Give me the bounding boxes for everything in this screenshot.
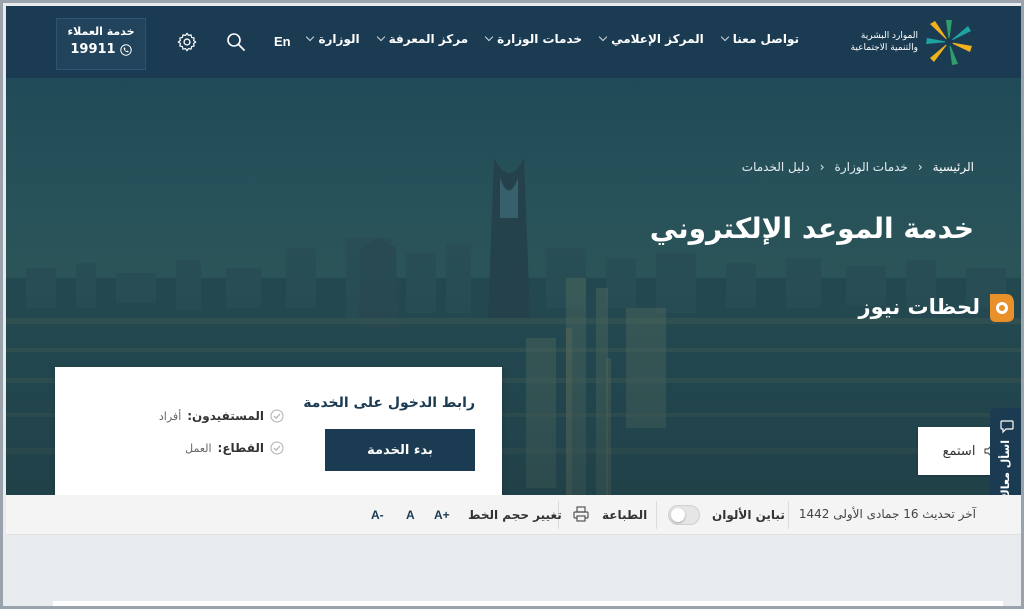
ministry-logo-icon [926,20,972,65]
nav-item-ministry[interactable]: الوزارة [306,32,360,46]
breadcrumb-home[interactable]: الرئيسية [933,160,974,174]
check-circle-icon [270,441,284,455]
breadcrumb: الرئيسية ‹ خدمات الوزارة ‹ دليل الخدمات [742,160,974,174]
chevron-left-icon: ‹ [819,160,825,174]
phone-icon [119,43,132,56]
logo-text-line2: والتنمية الاجتماعية [850,43,918,53]
nav-item-label: مركز المعرفة [388,32,469,46]
check-circle-icon [270,409,284,423]
font-increase-button[interactable]: A+ [434,508,450,522]
accessibility-toolbar: آخر تحديث 16 جمادى الأولى 1442 تباين الأ… [6,495,1021,535]
beneficiaries-value: أفراد [158,409,182,423]
nav-item-knowledge-center[interactable]: مركز المعرفة [376,32,469,46]
breadcrumb-services-guide[interactable]: دليل الخدمات [742,160,810,174]
customer-service-label: خدمة العملاء [67,25,135,38]
sector-row: القطاع: العمل [185,441,284,455]
contrast-label: تباين الألوان [712,508,785,522]
watermark: لحظات نيوز [859,290,1017,324]
watermark-logo-icon [990,294,1014,322]
toolbar-divider [656,501,657,529]
chat-bubble-icon [1000,420,1014,434]
breadcrumb-ministry-services[interactable]: خدمات الوزارة [835,160,908,174]
browser-frame: الموارد البشرية والتنمية الاجتماعية الوز… [0,0,1024,609]
sector-value: العمل [185,441,212,455]
nav-item-media-center[interactable]: المركز الإعلامي [598,32,704,46]
gear-icon[interactable] [176,31,198,53]
page-content-area [53,601,1003,606]
last-update-text: آخر تحديث 16 جمادى الأولى 1442 [798,507,976,521]
toggle-knob [671,508,685,522]
chevron-down-icon [306,32,315,42]
customer-service-number: 19911 [70,42,116,57]
nav-item-label: تواصل معنا [732,32,799,46]
language-switch[interactable]: En [274,34,291,49]
toolbar-divider [788,501,789,529]
nav-item-ministry-services[interactable]: خدمات الوزارة [484,32,583,46]
customer-service-box[interactable]: خدمة العملاء 19911 [56,18,146,70]
listen-label: استمع [942,443,976,459]
chevron-down-icon [720,32,730,42]
font-normal-button[interactable]: A [406,508,415,522]
start-service-button[interactable]: بدء الخدمة [325,429,475,471]
ask-question-label: اسأل معاك [999,440,1012,500]
nav-item-label: المركز الإعلامي [611,32,704,46]
font-decrease-button[interactable]: A- [371,508,384,522]
chevron-left-icon: ‹ [917,160,923,174]
chevron-down-icon [484,32,494,42]
search-icon[interactable] [226,32,246,52]
chevron-down-icon [598,32,608,42]
contrast-toggle[interactable] [668,505,700,525]
ministry-logo-text: الموارد البشرية والتنمية الاجتماعية [851,30,918,54]
service-card: رابط الدخول على الخدمة بدء الخدمة المستف… [55,367,502,495]
nav-item-contact-us[interactable]: تواصل معنا [720,32,799,46]
nav-item-label: خدمات الوزارة [497,32,583,46]
printer-icon[interactable] [572,505,590,523]
beneficiaries-row: المستفيدون: أفراد [159,409,284,423]
print-label[interactable]: الطباعة [602,508,647,522]
chevron-down-icon [376,32,385,42]
page-title: خدمة الموعد الإلكتروني [649,212,974,245]
service-link-title: رابط الدخول على الخدمة [303,395,475,411]
top-navigation: الموارد البشرية والتنمية الاجتماعية الوز… [6,6,1021,78]
sector-label: القطاع: [217,441,264,455]
customer-service-number-row: 19911 [57,42,145,57]
ministry-logo[interactable]: الموارد البشرية والتنمية الاجتماعية [844,18,974,66]
logo-text-line1: الموارد البشرية [860,31,918,41]
beneficiaries-label: المستفيدون: [187,409,264,423]
nav-item-label: الوزارة [318,32,360,46]
main-nav: الوزارة مركز المعرفة خدمات الوزارة المرك… [306,32,799,46]
font-size-label: تغيير حجم الخط [468,508,562,522]
watermark-text: لحظات نيوز [858,295,981,319]
